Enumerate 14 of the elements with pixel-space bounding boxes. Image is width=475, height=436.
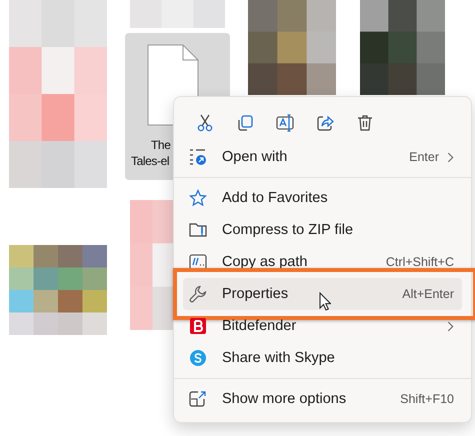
menu-label: Show more options bbox=[222, 391, 346, 407]
menu-label: Compress to ZIP file bbox=[222, 222, 354, 238]
menu-label: Copy as path bbox=[222, 254, 308, 270]
file-name: The bbox=[151, 137, 170, 153]
menu-label: Properties bbox=[222, 286, 288, 302]
shortcut-text: Enter bbox=[409, 150, 439, 164]
file-name: Tales-el bbox=[131, 153, 170, 169]
shortcut-text: Alt+Enter bbox=[402, 287, 454, 301]
menu-label: Bitdefender bbox=[222, 318, 296, 334]
menu-label: Add to Favorites bbox=[222, 190, 328, 206]
shortcut-text: Shift+F10 bbox=[400, 392, 454, 406]
menu-label: Share with Skype bbox=[222, 350, 335, 366]
menu-label: Open with bbox=[222, 149, 288, 165]
shortcut-text: Ctrl+Shift+C bbox=[386, 255, 454, 269]
